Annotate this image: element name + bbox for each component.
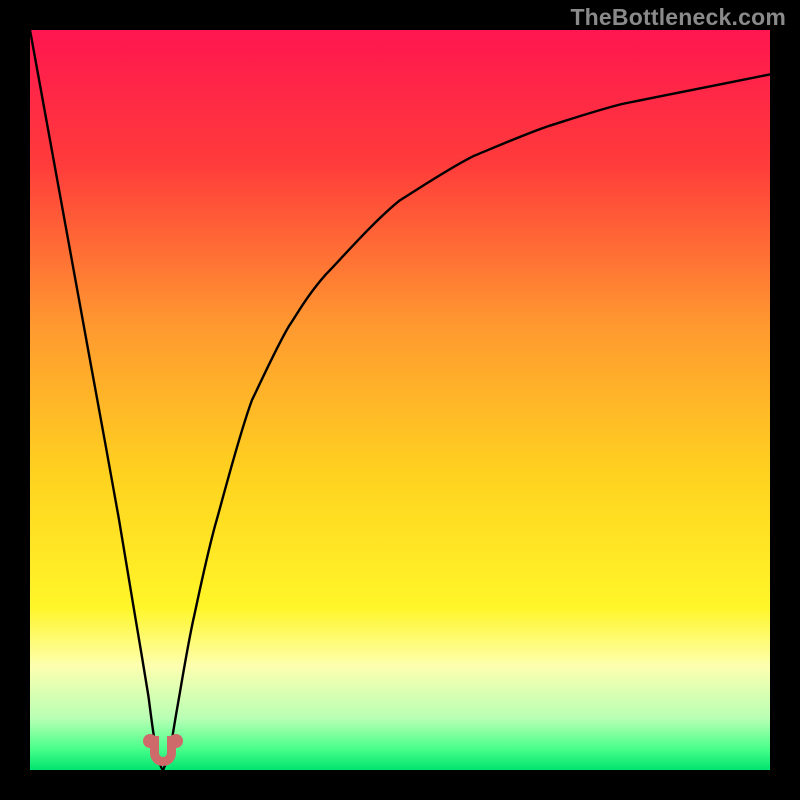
curve-layer — [30, 30, 770, 770]
plot-area — [30, 30, 770, 770]
watermark-text: TheBottleneck.com — [570, 4, 786, 31]
bottleneck-curve — [30, 30, 770, 770]
chart-frame: TheBottleneck.com — [0, 0, 800, 800]
